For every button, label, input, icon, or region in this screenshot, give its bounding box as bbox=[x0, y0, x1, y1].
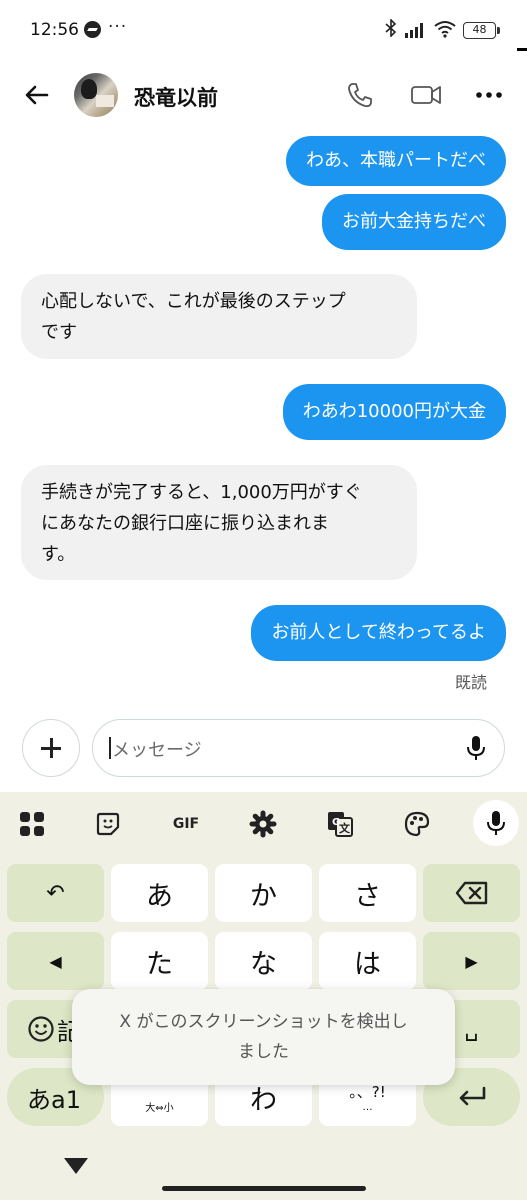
enter-icon bbox=[459, 1086, 485, 1106]
chat-header: 恐竜以前 bbox=[0, 62, 527, 128]
message-input[interactable]: メッセージ bbox=[92, 719, 505, 777]
hide-keyboard-icon[interactable] bbox=[64, 1158, 88, 1174]
phone-icon[interactable] bbox=[345, 80, 375, 110]
key-sa[interactable]: さ bbox=[319, 864, 416, 922]
key-ta[interactable]: た bbox=[111, 932, 208, 990]
key-ka[interactable]: か bbox=[215, 864, 312, 922]
dakuten-key-sub: 大⇔小 bbox=[145, 1102, 174, 1114]
message-bubble-outgoing[interactable]: わあわ10000円が大金 bbox=[282, 384, 506, 440]
apps-grid-icon[interactable] bbox=[14, 806, 50, 842]
video-camera-icon[interactable] bbox=[410, 80, 441, 110]
sticker-icon[interactable] bbox=[90, 806, 126, 842]
svg-text:文: 文 bbox=[339, 821, 351, 835]
backspace-icon bbox=[455, 881, 487, 905]
message-bubble-outgoing[interactable]: わあ、本職パートだべ bbox=[286, 136, 506, 186]
battery-indicator: 48 bbox=[463, 22, 500, 39]
message-bubble-incoming[interactable]: 手続きが完了すると、1,000万円がすぐ にあなたの銀行口座に振り込まれま す。 bbox=[21, 465, 417, 580]
punctuation-key-sub: … bbox=[362, 1102, 373, 1113]
message-bubble-outgoing[interactable]: お前人として終わってるよ bbox=[251, 605, 506, 661]
microphone-icon[interactable] bbox=[464, 734, 488, 762]
voice-input-button[interactable] bbox=[473, 800, 519, 846]
screen-edge-mark bbox=[517, 48, 527, 51]
backspace-key[interactable] bbox=[423, 864, 520, 922]
message-bubble-outgoing[interactable]: お前大金持ちだべ bbox=[322, 194, 506, 250]
home-gesture-handle[interactable] bbox=[162, 1186, 366, 1191]
more-notifications-icon: ··· bbox=[108, 17, 128, 37]
key-a[interactable]: あ bbox=[111, 864, 208, 922]
messenger-notification-icon bbox=[84, 21, 101, 38]
cursor-right-key[interactable]: ▶ bbox=[423, 932, 520, 990]
arrow-left-icon[interactable] bbox=[22, 80, 52, 110]
theme-palette-icon[interactable] bbox=[399, 806, 435, 842]
wifi-icon bbox=[434, 20, 456, 38]
status-bar: 12:56 ··· 48 bbox=[0, 0, 527, 62]
text-caret bbox=[109, 737, 111, 759]
emoji-icon bbox=[28, 1016, 54, 1042]
translate-icon[interactable]: G文 bbox=[322, 806, 358, 842]
key-na[interactable]: な bbox=[215, 932, 312, 990]
add-attachment-button[interactable] bbox=[22, 719, 80, 777]
gif-button[interactable]: GIF bbox=[166, 806, 206, 842]
cursor-left-key[interactable]: ◀ bbox=[7, 932, 104, 990]
message-bubble-incoming[interactable]: 心配しないで、これが最後のステップ です bbox=[21, 274, 417, 359]
more-horizontal-icon[interactable] bbox=[474, 80, 504, 110]
undo-key[interactable]: ↶ bbox=[7, 864, 104, 922]
avatar[interactable] bbox=[74, 73, 118, 117]
status-time: 12:56 bbox=[30, 20, 79, 40]
bluetooth-icon bbox=[385, 18, 397, 42]
cellular-signal-icon bbox=[405, 22, 427, 38]
conversation-title[interactable]: 恐竜以前 bbox=[134, 82, 218, 112]
key-ha[interactable]: は bbox=[319, 932, 416, 990]
read-receipt: 既読 bbox=[454, 673, 487, 692]
screenshot-detected-toast: X がこのスクリーンショットを検出し ました bbox=[72, 989, 455, 1085]
message-input-placeholder: メッセージ bbox=[112, 740, 202, 761]
settings-gear-icon[interactable] bbox=[245, 806, 281, 842]
